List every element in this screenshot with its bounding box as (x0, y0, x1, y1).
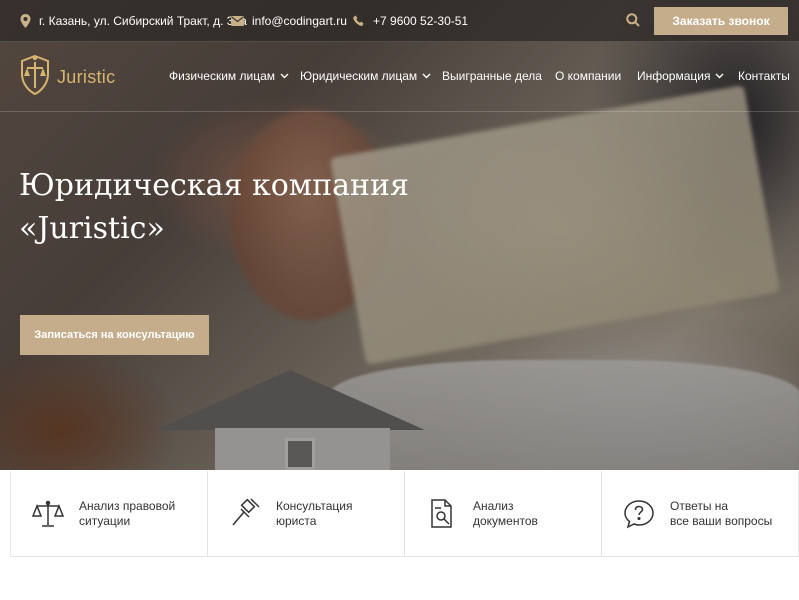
scales-icon (31, 497, 65, 531)
nav-label: Физическим лицам (169, 69, 275, 83)
nav-label: Контакты (738, 69, 790, 83)
phone-icon (353, 15, 365, 27)
service-label-line-1: Ответы на (670, 498, 729, 513)
service-label-line-2: документов (473, 513, 538, 528)
phone-info[interactable]: +7 9600 52-30-51 (353, 0, 468, 42)
address-text: г. Казань, ул. Сибирский Тракт, д. 34а (39, 14, 247, 28)
service-label: Консультация юриста (276, 499, 352, 529)
document-search-icon (425, 497, 459, 531)
chevron-down-icon (715, 73, 724, 79)
nav-item-won-cases[interactable]: Выигранные дела (442, 69, 542, 83)
consultation-signup-button[interactable]: Записаться на консультацию (20, 315, 209, 355)
email-link[interactable]: info@codingart.ru (252, 14, 347, 28)
hero-title: Юридическая компания «Juristic» (19, 164, 409, 250)
services-strip: Анализ правовой ситуации Консультация юр… (10, 471, 799, 557)
callback-button[interactable]: Заказать звонок (654, 7, 788, 35)
hero-title-line-2: «Juristic» (19, 211, 165, 246)
address-info: г. Казань, ул. Сибирский Тракт, д. 34а (20, 0, 247, 42)
service-label: Ответы на все ваши вопросы (670, 499, 772, 529)
email-info[interactable]: info@codingart.ru (231, 0, 347, 42)
logo[interactable]: Juristic (19, 52, 115, 103)
chevron-down-icon (280, 73, 289, 79)
service-label-line-2: ситуации (79, 513, 131, 528)
nav-label: Информация (637, 69, 711, 83)
nav-item-individuals[interactable]: Физическим лицам (169, 69, 289, 83)
nav-label: Выигранные дела (442, 69, 542, 83)
service-label-line-1: Консультация (276, 498, 353, 513)
service-card-document-analysis[interactable]: Анализ документов (405, 471, 602, 556)
service-label: Анализ правовой ситуации (79, 499, 175, 529)
search-icon[interactable] (626, 13, 640, 32)
logo-shield-icon (19, 52, 51, 103)
chevron-down-icon (422, 73, 431, 79)
nav-label: Юридическим лицам (300, 69, 418, 83)
location-pin-icon (20, 14, 31, 28)
service-card-answers[interactable]: Ответы на все ваши вопросы (602, 471, 798, 556)
service-label-line-1: Анализ (473, 498, 514, 513)
nav-label: О компании (555, 69, 622, 83)
service-card-legal-analysis[interactable]: Анализ правовой ситуации (11, 471, 208, 556)
envelope-icon (231, 16, 244, 26)
nav-item-information[interactable]: Информация (637, 69, 724, 83)
service-label-line-1: Анализ правовой (79, 498, 176, 513)
hero-title-line-1: Юридическая компания (19, 168, 409, 203)
service-card-lawyer-consultation[interactable]: Консультация юриста (208, 471, 405, 556)
service-label-line-2: все ваши вопросы (670, 513, 773, 528)
main-navbar: Juristic Физическим лицам Юридическим ли… (0, 42, 799, 112)
logo-text: Juristic (57, 67, 116, 87)
hero-section: г. Казань, ул. Сибирский Тракт, д. 34а i… (0, 0, 799, 470)
phone-link[interactable]: +7 9600 52-30-51 (373, 14, 468, 28)
top-contact-bar: г. Казань, ул. Сибирский Тракт, д. 34а i… (0, 0, 799, 42)
service-label: Анализ документов (473, 499, 538, 529)
nav-item-about[interactable]: О компании (555, 69, 621, 83)
nav-item-contacts[interactable]: Контакты (738, 69, 790, 83)
question-bubble-icon (622, 497, 656, 531)
gavel-icon (228, 497, 262, 531)
nav-item-legal-entities[interactable]: Юридическим лицам (300, 69, 431, 83)
service-label-line-2: юриста (276, 513, 317, 528)
